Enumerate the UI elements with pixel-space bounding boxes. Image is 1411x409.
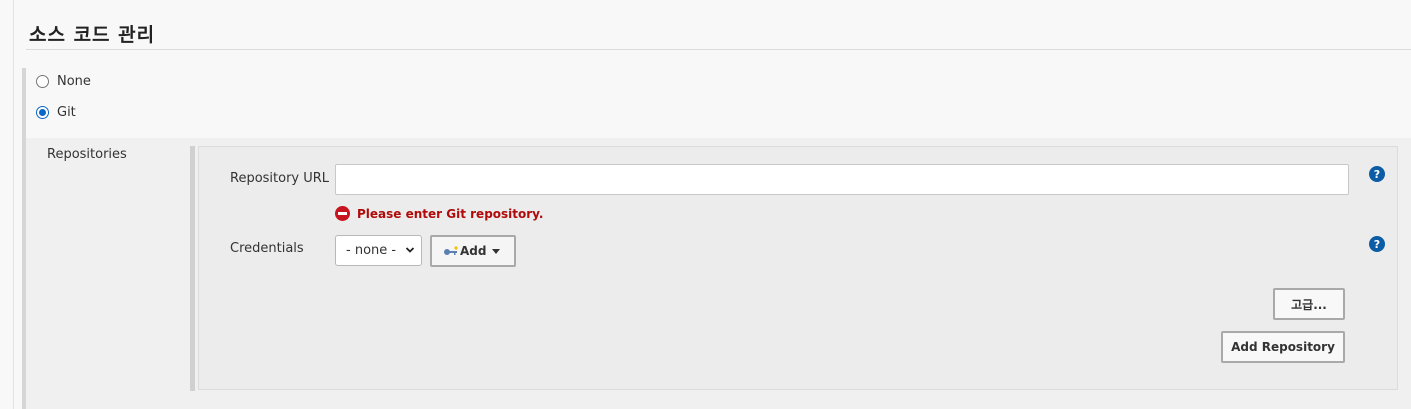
credentials-selected-value: - none -: [346, 243, 397, 258]
git-label: Git: [57, 105, 76, 120]
caret-down-icon: [492, 249, 501, 254]
help-icon[interactable]: ?: [1369, 236, 1385, 252]
repository-url-input[interactable]: [335, 164, 1349, 195]
scm-option-none[interactable]: None: [36, 74, 91, 89]
credentials-select[interactable]: - none -: [335, 235, 422, 266]
add-repository-button[interactable]: Add Repository: [1221, 331, 1345, 363]
repository-url-label: Repository URL: [230, 171, 330, 186]
repositories-label: Repositories: [47, 147, 127, 162]
credentials-label: Credentials: [230, 241, 304, 256]
chevron-down-icon: [405, 247, 415, 253]
add-credentials-button[interactable]: Add: [430, 235, 516, 267]
section-divider: [26, 49, 1411, 50]
help-icon[interactable]: ?: [1369, 166, 1385, 182]
error-icon: [335, 206, 350, 221]
add-credentials-label: Add: [460, 244, 487, 258]
advanced-button[interactable]: 고급...: [1273, 288, 1345, 320]
none-label: None: [57, 74, 91, 89]
error-message: Please enter Git repository.: [357, 206, 544, 221]
scm-option-git[interactable]: Git: [36, 105, 76, 120]
repositories-bar: [190, 146, 195, 391]
none-radio[interactable]: [36, 75, 49, 88]
section-title: 소스 코드 관리: [29, 24, 156, 46]
key-icon: [444, 246, 458, 255]
page-left-border: [13, 0, 14, 409]
repository-url-error: Please enter Git repository.: [335, 206, 543, 221]
git-radio[interactable]: [36, 106, 49, 119]
